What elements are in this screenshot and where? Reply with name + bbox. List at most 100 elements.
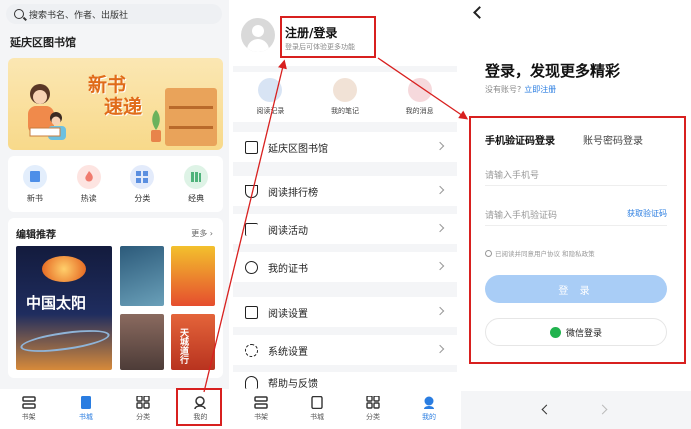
new-book-banner[interactable]: 新书 速递 (8, 58, 223, 150)
tab-bookstore[interactable]: 书城 (297, 396, 337, 422)
category-row: 新书 热读 分类 经典 (8, 156, 223, 212)
book-settings-icon (245, 305, 258, 319)
category-hot[interactable]: 热读 (76, 164, 101, 204)
reader-illustration (28, 84, 66, 140)
profile-screen: 注册/登录 登录后可体验更多功能 阅读记录 我的笔记 我的消息 延庆区图书馆 阅… (233, 0, 457, 429)
category-label: 分类 (134, 193, 151, 203)
quick-label: 我的笔记 (330, 107, 359, 115)
gear-icon (245, 343, 258, 357)
back-arrow-icon[interactable] (473, 6, 486, 19)
menu-label: 延庆区图书馆 (268, 143, 328, 155)
tab-password-login[interactable]: 账号密码登录 (583, 132, 643, 147)
tab-label: 分类 (366, 413, 380, 421)
category-label: 热读 (80, 193, 97, 203)
category-icon (130, 164, 155, 189)
menu-item-reading-settings[interactable]: 阅读设置 (233, 297, 457, 327)
tab-category[interactable]: 分类 (123, 396, 163, 422)
tab-label: 书城 (310, 413, 324, 421)
tab-category[interactable]: 分类 (353, 396, 393, 422)
search-icon (14, 9, 24, 19)
agreement-row[interactable]: 已阅读并同意用户协议 和隐私政策 (485, 248, 595, 258)
chevron-right-icon (435, 261, 445, 271)
avatar[interactable] (241, 18, 275, 52)
chevron-right-icon (435, 306, 445, 316)
book-cover-main[interactable]: 中国太阳 (16, 246, 112, 370)
editor-recommend-section: 编辑推荐 更多 › 中国太阳 天城道行 (8, 218, 223, 378)
quick-label: 阅读记录 (256, 107, 285, 115)
nav-forward-icon[interactable] (597, 404, 608, 415)
category-classic[interactable]: 经典 (184, 164, 209, 204)
quick-actions: 阅读记录 我的笔记 我的消息 (233, 72, 457, 122)
grid-icon (136, 396, 150, 409)
profile-header[interactable]: 注册/登录 登录后可体验更多功能 (233, 0, 457, 66)
phone-input[interactable]: 请输入手机号 (485, 168, 667, 186)
trophy-icon (245, 184, 258, 198)
category-classify[interactable]: 分类 (130, 164, 155, 204)
chevron-right-icon (435, 223, 445, 233)
my-notes-button[interactable]: 我的笔记 (331, 78, 359, 116)
login-button[interactable]: 登 录 (485, 275, 667, 303)
banner-text: 新书 速递 (88, 74, 142, 118)
menu-item-ranking[interactable]: 阅读排行榜 (233, 176, 457, 206)
tab-sms-login[interactable]: 手机验证码登录 (485, 132, 555, 147)
book-cover[interactable] (120, 246, 164, 306)
category-new[interactable]: 新书 (22, 164, 47, 204)
agreement-radio-icon[interactable] (485, 249, 492, 257)
tab-label: 我的 (422, 413, 436, 421)
menu-item-certificate[interactable]: 我的证书 (233, 252, 457, 282)
get-code-button[interactable]: 获取验证码 (627, 208, 667, 219)
tab-bookshelf[interactable]: 书架 (241, 396, 281, 422)
search-bar[interactable]: 搜索书名、作者、出版社 (6, 4, 222, 24)
plant-illustration (151, 110, 161, 142)
certificate-icon (245, 260, 258, 274)
bookstore-icon (311, 396, 323, 409)
register-link[interactable]: 立即注册 (524, 85, 556, 94)
banner-text-line-2: 速递 (104, 96, 143, 118)
message-icon (407, 78, 432, 102)
book-cover[interactable] (120, 314, 164, 370)
tab-mine[interactable]: 我的 (409, 396, 449, 422)
reading-record-icon (258, 78, 283, 102)
new-book-icon (22, 164, 47, 189)
book-title: 中国太阳 (26, 294, 87, 312)
search-placeholder: 搜索书名、作者、出版社 (29, 10, 129, 21)
register-prompt: 没有账号? 立即注册 (485, 84, 556, 95)
tab-mine[interactable]: 我的 (180, 396, 220, 422)
classic-book-icon (184, 164, 209, 189)
wechat-icon (549, 326, 561, 338)
bookshelf-illustration (165, 88, 217, 146)
menu-item-activities[interactable]: 阅读活动 (233, 214, 457, 244)
chevron-right-icon (435, 141, 445, 151)
tab-label: 分类 (136, 413, 151, 421)
menu-item-system-settings[interactable]: 系统设置 (233, 335, 457, 365)
login-subtitle: 登录后可体验更多功能 (285, 43, 355, 51)
menu-label: 阅读设置 (268, 308, 308, 320)
tab-bookshelf[interactable]: 书架 (9, 396, 49, 422)
bottom-tab-bar: 书架 书城 分类 我的 (233, 389, 457, 429)
reading-record-button[interactable]: 阅读记录 (256, 78, 284, 116)
menu-item-library[interactable]: 延庆区图书馆 (233, 132, 457, 162)
nav-back-icon[interactable] (541, 404, 552, 415)
agreement-text: 已阅读并同意用户协议 和隐私政策 (495, 250, 595, 258)
system-nav-bar (461, 391, 691, 429)
no-account-text: 没有账号? (485, 85, 522, 94)
book-cover[interactable] (171, 246, 215, 306)
fire-icon (76, 164, 101, 189)
tab-label: 我的 (193, 413, 208, 421)
banner-text-line-1: 新书 (88, 74, 127, 96)
notes-icon (332, 78, 357, 102)
flag-icon (245, 222, 258, 236)
more-link[interactable]: 更多 › (191, 228, 213, 239)
category-label: 新书 (26, 193, 43, 203)
tab-bookstore[interactable]: 书城 (66, 396, 106, 422)
category-label: 经典 (188, 193, 205, 203)
grid-icon (366, 396, 380, 409)
menu-label: 我的证书 (268, 263, 308, 275)
my-messages-button[interactable]: 我的消息 (406, 78, 434, 116)
wechat-login-button[interactable]: 微信登录 (485, 318, 667, 346)
login-register-link[interactable]: 注册/登录 (285, 24, 337, 41)
library-name: 延庆区图书馆 (10, 36, 76, 49)
book-cover[interactable]: 天城道行 (171, 314, 215, 370)
wechat-label: 微信登录 (565, 328, 602, 339)
menu-label: 帮助与反馈 (268, 378, 318, 390)
